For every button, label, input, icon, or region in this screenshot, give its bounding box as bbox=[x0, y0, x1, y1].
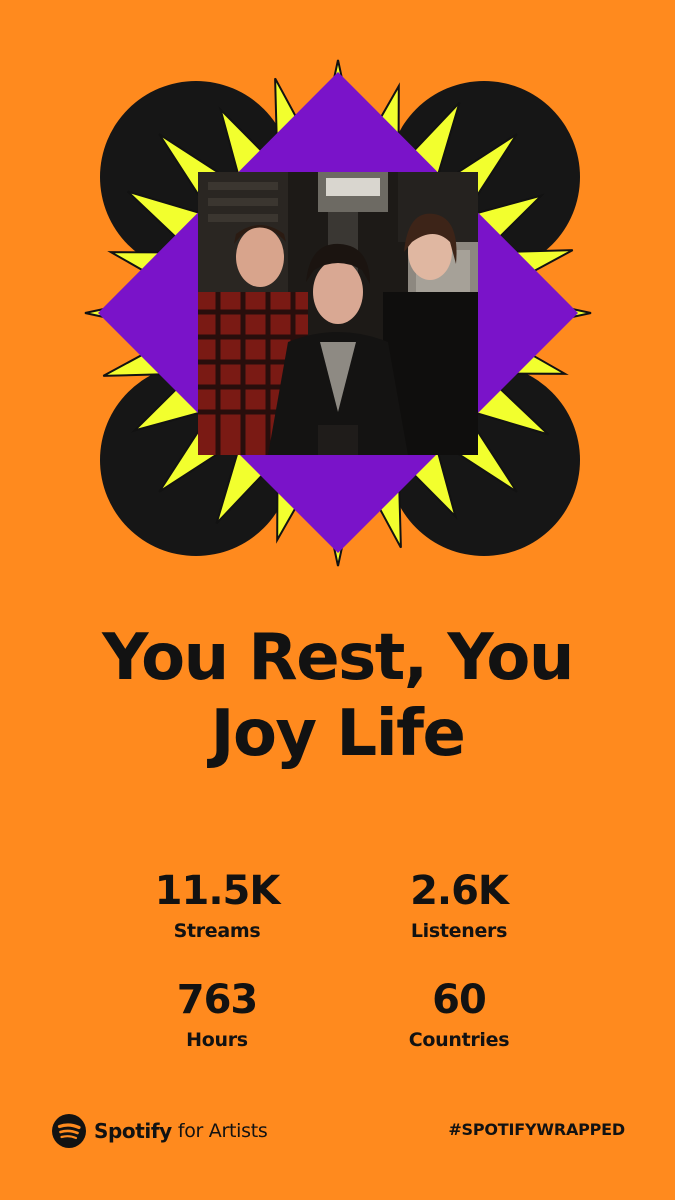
stat-label: Hours bbox=[186, 1029, 248, 1051]
stat-label: Countries bbox=[408, 1029, 510, 1051]
stat-label: Listeners bbox=[410, 920, 508, 942]
spotify-for-artists-logo[interactable]: Spotify for Artists bbox=[52, 1114, 268, 1148]
band-photo bbox=[198, 172, 478, 455]
brand-name: Spotify bbox=[94, 1119, 172, 1143]
stat-countries: 60 Countries bbox=[349, 977, 569, 1053]
stat-value: 11.5K bbox=[154, 868, 281, 914]
brand-suffix: for Artists bbox=[177, 1120, 268, 1142]
spotify-logo-icon bbox=[52, 1114, 86, 1148]
artist-name-line-2: Joy Life bbox=[210, 697, 466, 771]
stat-listeners: 2.6K Listeners bbox=[349, 868, 569, 944]
hashtag-link[interactable]: #SPOTIFYWRAPPED bbox=[448, 1120, 625, 1139]
stat-value: 763 bbox=[176, 977, 259, 1023]
wrapped-card: You Rest, You Joy Life 11.5K Streams 2.6… bbox=[0, 0, 675, 1200]
artist-name-line-1: You Rest, You bbox=[102, 621, 574, 695]
stat-value: 2.6K bbox=[410, 868, 509, 914]
stat-streams: 11.5K Streams bbox=[107, 868, 327, 944]
stat-label: Streams bbox=[173, 920, 261, 942]
stat-value: 60 bbox=[432, 977, 487, 1023]
stat-hours: 763 Hours bbox=[107, 977, 327, 1053]
artist-name: You Rest, You Joy Life bbox=[40, 620, 635, 772]
